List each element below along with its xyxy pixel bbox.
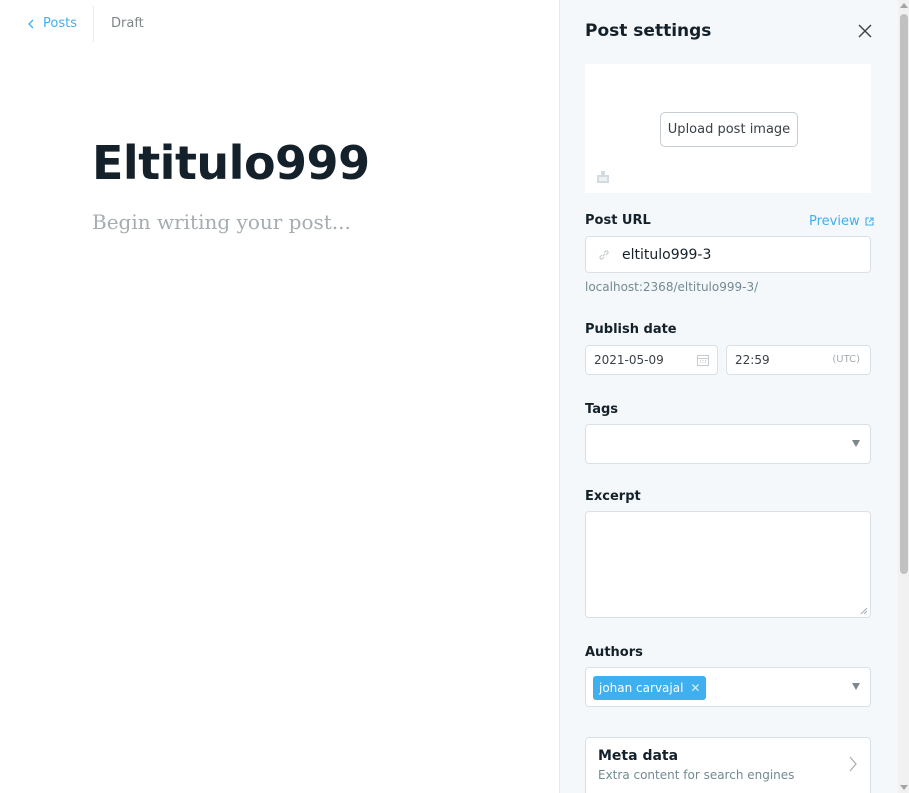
post-url-value: eltitulo999-3	[622, 246, 712, 263]
author-chip[interactable]: johan carvajal ✕	[593, 676, 707, 700]
scroll-up-icon[interactable]	[900, 3, 908, 8]
publish-date-label: Publish date	[585, 322, 677, 337]
tags-select[interactable]	[585, 424, 871, 464]
author-name: johan carvajal	[599, 681, 684, 695]
post-status: Draft	[111, 16, 144, 31]
chevron-left-icon	[28, 19, 34, 28]
post-title-input[interactable]: Eltitulo999	[92, 136, 370, 190]
post-url-label: Post URL	[585, 213, 651, 228]
remove-author-icon[interactable]: ✕	[690, 681, 700, 695]
upload-post-image-button[interactable]: Upload post image	[660, 112, 798, 147]
excerpt-textarea[interactable]	[585, 511, 871, 618]
publish-time-input[interactable]: 22:59 (UTC)	[726, 345, 871, 375]
back-link-label: Posts	[43, 16, 77, 31]
preview-link[interactable]: Preview	[809, 214, 874, 229]
publish-time-value: 22:59	[735, 353, 770, 367]
editor-topbar: Posts Draft	[0, 0, 559, 48]
scroll-down-icon[interactable]	[900, 785, 908, 790]
post-url-input[interactable]: eltitulo999-3	[585, 236, 871, 273]
meta-data-title: Meta data	[598, 748, 679, 764]
image-icon	[597, 171, 609, 183]
post-settings-panel: Post settings Upload post image Post URL…	[559, 0, 909, 793]
close-icon[interactable]	[857, 23, 873, 39]
caret-down-icon	[852, 683, 860, 690]
timezone-label: (UTC)	[832, 354, 860, 365]
editor-area: Posts Draft Eltitulo999 Begin writing yo…	[0, 0, 559, 793]
topbar-divider	[93, 6, 94, 42]
publish-date-value: 2021-05-09	[594, 353, 664, 367]
excerpt-label: Excerpt	[585, 489, 641, 504]
panel-title: Post settings	[585, 21, 712, 41]
back-to-posts-link[interactable]: Posts	[26, 16, 77, 31]
external-link-icon	[865, 217, 874, 226]
scroll-thumb[interactable]	[900, 14, 908, 574]
panel-scrollbar[interactable]	[898, 0, 909, 793]
link-icon	[599, 249, 609, 260]
post-image-box: Upload post image	[585, 64, 871, 193]
post-url-hint: localhost:2368/eltitulo999-3/	[585, 280, 759, 294]
calendar-icon	[697, 355, 709, 366]
tags-label: Tags	[585, 402, 619, 417]
authors-select[interactable]: johan carvajal ✕	[585, 667, 871, 707]
preview-label: Preview	[809, 214, 860, 229]
post-body-editor[interactable]: Begin writing your post...	[92, 210, 351, 234]
chevron-right-icon	[849, 756, 857, 772]
meta-data-card[interactable]: Meta data Extra content for search engin…	[585, 737, 871, 793]
publish-date-input[interactable]: 2021-05-09	[585, 345, 718, 375]
resize-grip-icon[interactable]	[860, 607, 868, 615]
authors-label: Authors	[585, 645, 643, 660]
meta-data-subtitle: Extra content for search engines	[598, 768, 795, 782]
caret-down-icon	[852, 440, 860, 447]
